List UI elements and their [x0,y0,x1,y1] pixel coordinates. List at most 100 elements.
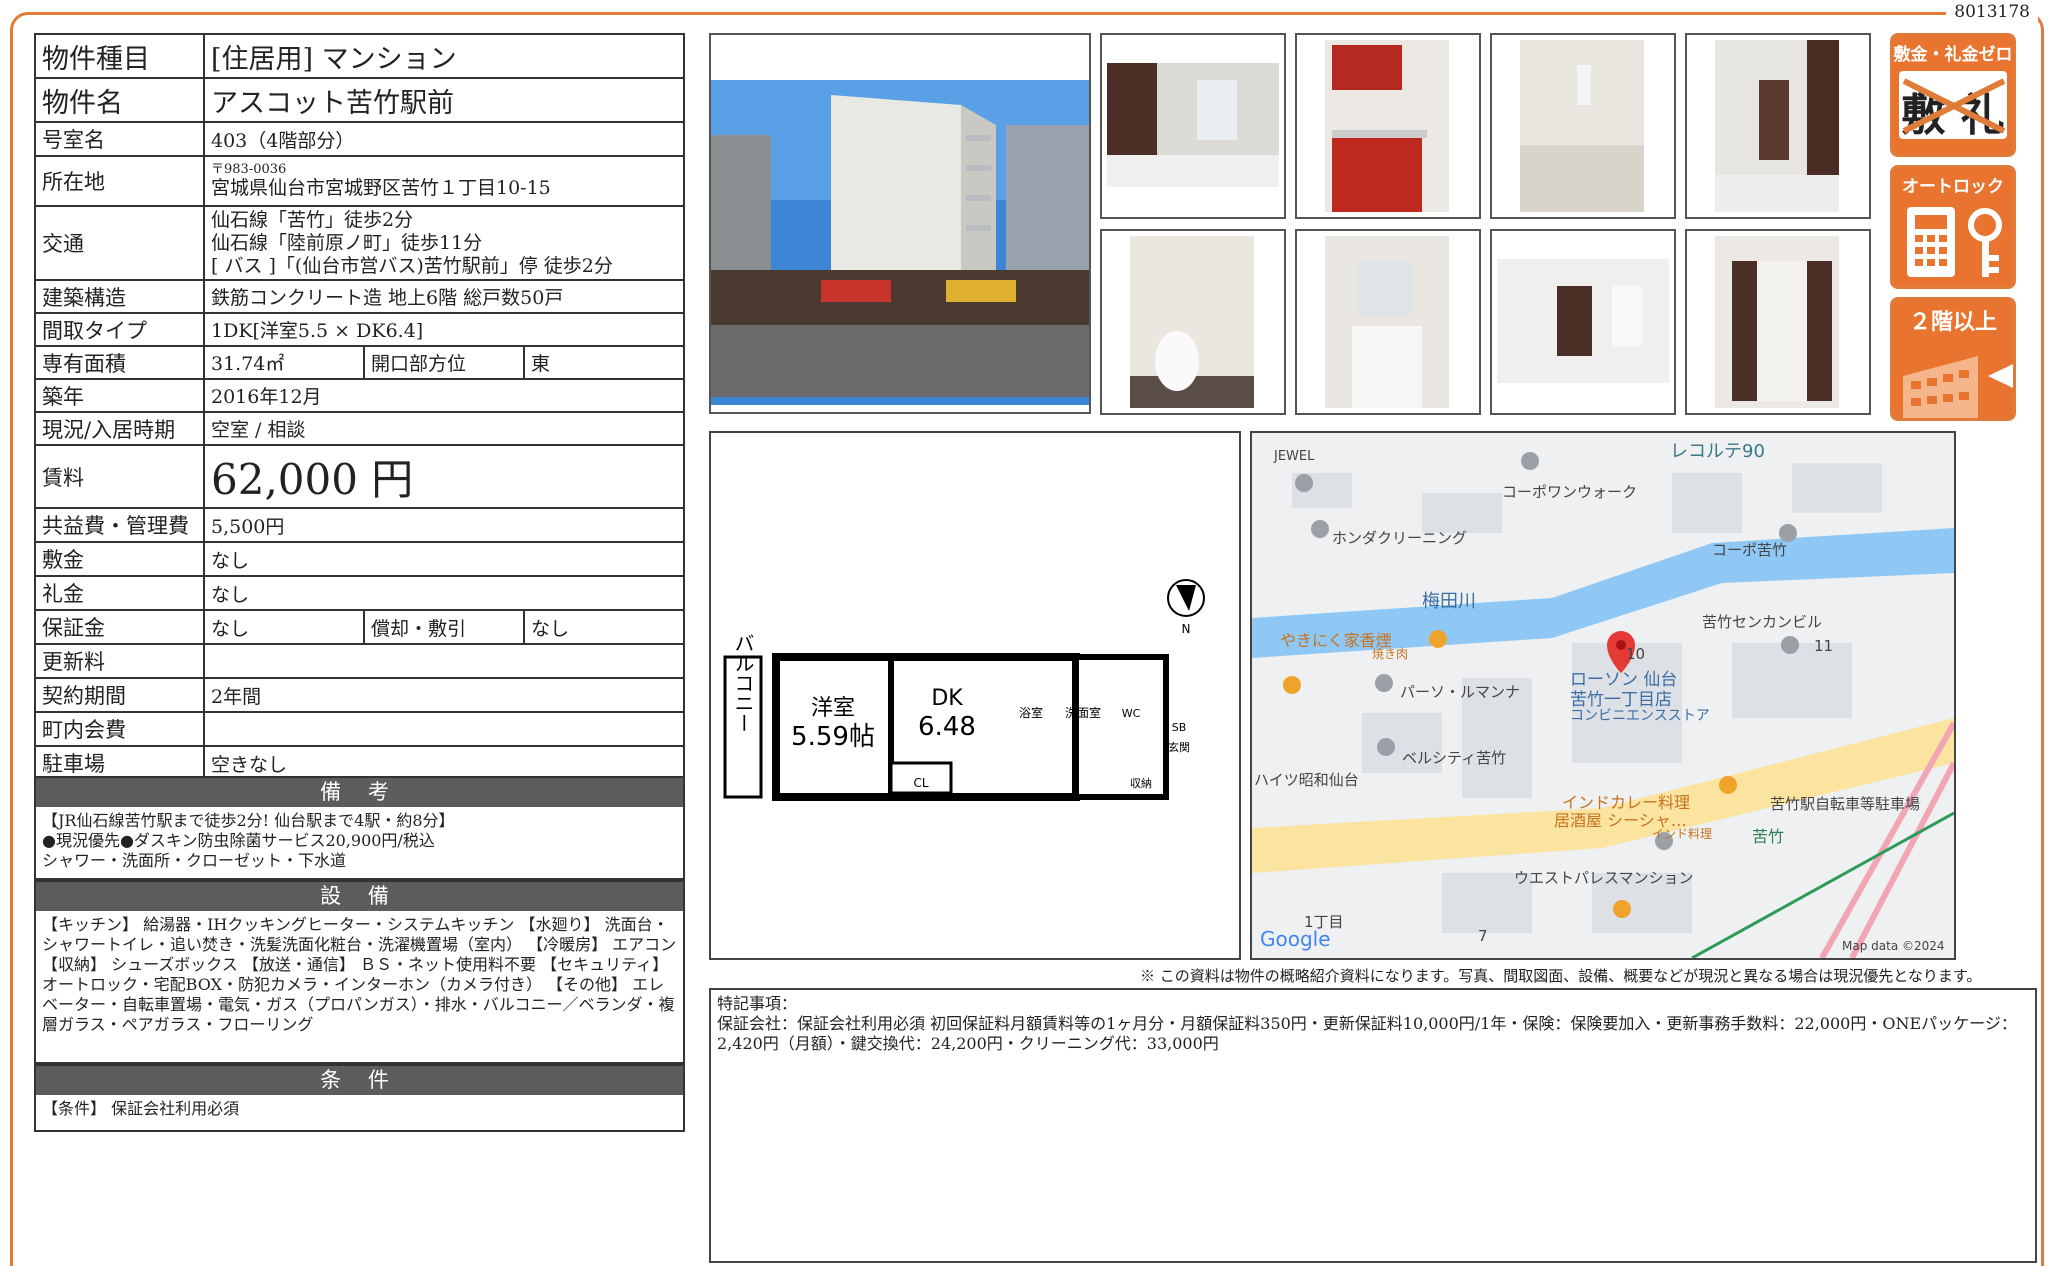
property-info-table: 物件種目 [住居用] マンション 物件名 アスコット苦竹駅前 号室名 403（4階部分… [34,33,685,781]
map-label: 苦竹センカンビル [1702,613,1823,631]
status-value: 空室 / 相談 [203,411,685,446]
special-notes-title: 特記事項： [717,994,798,1013]
disclaimer-note: ※ この資料は物件の概略紹介資料になります。写真、間取図面、設備、概要などが現況… [1140,967,1982,985]
area-value: 31.74㎡ [203,345,365,380]
map-label: 11 [1814,637,1834,655]
area-label: 専有面積 [34,345,205,380]
remarks-text: 【JR仙石線苦竹駅まで徒歩2分! 仙台駅まで4駅・約8分】 ●現況優先●ダスキン… [42,811,455,870]
traffic-line: [ バス ]「(仙台市営バス)苦竹駅前」停 徒歩2分 [211,254,613,277]
conditions-title: 条 件 [36,1066,683,1095]
structure-label: 建築構造 [34,279,205,314]
room2-size: 6.48 [918,712,976,742]
conditions-text: 【条件】 保証会社利用必須 [42,1099,240,1118]
map-label: 苦竹駅自転車等駐車場 [1770,795,1921,813]
key-money-value: なし [203,575,685,611]
hallway-photo-image [1715,40,1839,212]
type-value: [住居用] マンション [203,33,685,79]
address-label: 所在地 [34,155,205,207]
badge-autolock: オートロック [1890,165,2016,289]
map-label: JEWEL [1274,449,1315,464]
closet-photo [1685,229,1871,415]
key-money-label: 礼金 [34,575,205,611]
kitchen-photo [1295,33,1481,219]
equipment-text: 【キッチン】 給湯器・IHクッキングヒーター・システムキッチン 【水廻り】 洗面… [42,915,677,1034]
floorplan: バルコニー 洋室 5.59帖 DK 6.48 CL 浴室 洗面室 WC SB 玄… [709,431,1241,960]
map-label: 7 [1478,927,1488,945]
rent-value: 62,000 円 [203,444,685,509]
map-label: インド料理 [1652,827,1713,841]
guarantee-label: 保証金 [34,609,205,645]
direction-label: 開口部方位 [363,345,525,380]
room-photo-1 [1100,33,1286,219]
structure-value: 鉄筋コンクリート造 地上6階 総戸数50戸 [203,279,685,314]
parking-value: 空きなし [203,745,685,781]
map-label: コーポワンウォーク [1502,483,1638,501]
closet-label: CL [913,776,928,790]
room1-label: 洋室 [811,696,855,721]
wc-label: WC [1122,707,1141,720]
association-fee-value [203,711,685,747]
badge-second-floor-title: ２階以上 [1908,310,1997,335]
fee-value: 5,500円 [203,507,685,543]
guarantee-value: なし [203,609,365,645]
washroom-label: 洗面室 [1065,705,1101,720]
renewal-label: 更新料 [34,643,205,679]
map-label: ベルシティ苦竹 [1402,749,1507,767]
map-label: レコルテ90 [1670,441,1765,462]
document-code: 8013178 [1946,2,2038,22]
room-photo-2 [1490,229,1676,415]
shower-photo [1490,33,1676,219]
layout-label: 間取タイプ [34,312,205,347]
map-label: 梅田川 [1422,591,1476,612]
room-photo-2-image [1497,259,1669,383]
map-label: コーポ苦竹 [1712,541,1788,559]
contract-value: 2年間 [203,677,685,713]
map-label: コンビニエンスストア [1570,708,1710,724]
room2-label: DK [931,686,963,711]
direction-value: 東 [523,345,685,380]
badge-zero-deposit-icon: 敷 礼 [1899,71,2007,141]
map-label: 焼き肉 [1372,647,1409,661]
badge-zero-deposit: 敷金・礼金ゼロ 敷 礼 [1890,33,2016,157]
deposit-value: なし [203,541,685,577]
status-label: 現況/入居時期 [34,411,205,446]
balcony-label: バルコニー [731,633,755,733]
toilet-photo [1100,229,1286,415]
bath-label: 浴室 [1019,705,1043,720]
map-label: ハイツ昭和仙台 [1254,771,1359,789]
name-label: 物件名 [34,77,205,123]
special-notes: 特記事項： 保証会社：保証会社利用必須 初回保証料月額賃料等の1ヶ月分・月額保証… [709,988,2037,1263]
sb-label: SB [1172,721,1187,734]
map-label: 苦竹 [1752,827,1785,846]
built-value: 2016年12月 [203,378,685,413]
kitchen-photo-image [1325,40,1449,212]
room1-size: 5.59帖 [791,722,875,752]
google-logo: Google [1260,927,1331,951]
renewal-value [203,643,685,679]
amortization-value: なし [523,609,685,645]
shower-photo-image [1520,40,1644,212]
room-value: 403（4階部分） [203,121,685,157]
hallway-photo [1685,33,1871,219]
conditions-section: 条 件 【条件】 保証会社利用必須 [34,1064,685,1132]
washroom-photo [1295,229,1481,415]
badge-autolock-title: オートロック [1902,177,2004,197]
building-exterior-photo [709,33,1091,414]
special-notes-text: 保証会社：保証会社利用必須 初回保証料月額賃料等の1ヶ月分・月額保証料350円・… [717,1014,2017,1053]
address-cell: 〒983-0036 宮城県仙台市宮城野区苦竹１丁目10-15 [203,155,685,207]
type-label: 物件種目 [34,33,205,79]
entrance-label: 玄関 [1168,740,1190,754]
map-label: ウエストパレスマンション [1514,869,1694,887]
map-attribution: Map data ©2024 [1842,939,1945,953]
map-label: ホンダクリーニング [1332,529,1468,547]
toilet-photo-image [1130,236,1254,408]
remarks-title: 備 考 [36,778,683,807]
postal-code: 〒983-0036 [211,162,287,177]
built-label: 築年 [34,378,205,413]
map-label: 10 [1626,645,1646,663]
layout-value: 1DK[洋室5.5 × DK6.4] [203,312,685,347]
area-map[interactable]: JEWEL レコルテ90 コーポワンウォーク ホンダクリーニング コーポ苦竹 梅… [1250,431,1956,960]
storage-label: 収納 [1130,777,1152,790]
traffic-label: 交通 [34,205,205,281]
building-photo-image [711,80,1089,405]
